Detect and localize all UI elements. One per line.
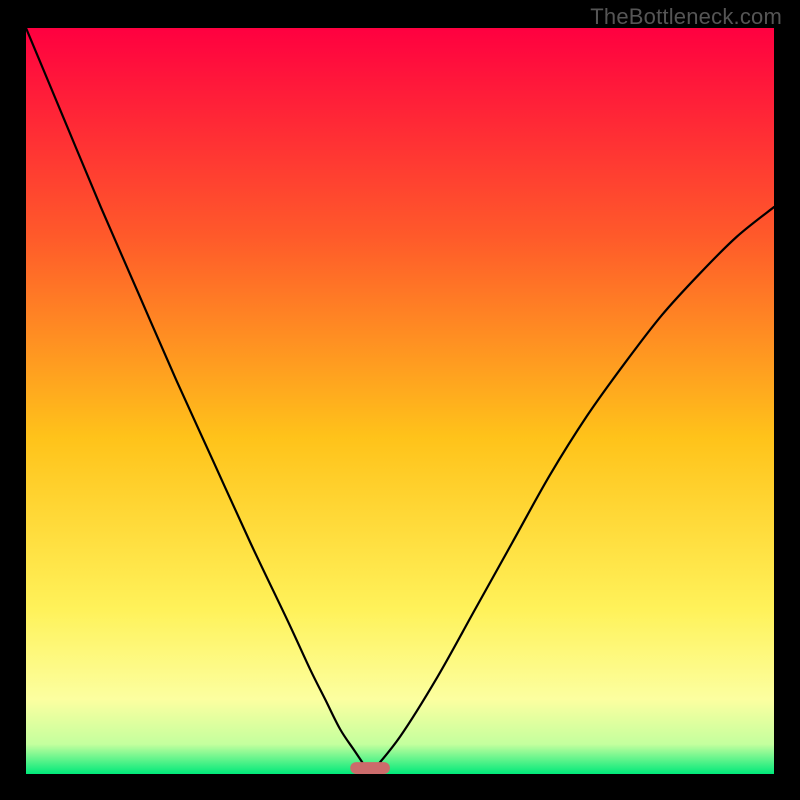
optimal-marker — [350, 762, 390, 774]
watermark-text: TheBottleneck.com — [590, 4, 782, 30]
chart-background-gradient — [26, 28, 774, 774]
chart-container: TheBottleneck.com — [0, 0, 800, 800]
chart-svg — [26, 28, 774, 774]
chart-plot-area — [26, 28, 774, 774]
